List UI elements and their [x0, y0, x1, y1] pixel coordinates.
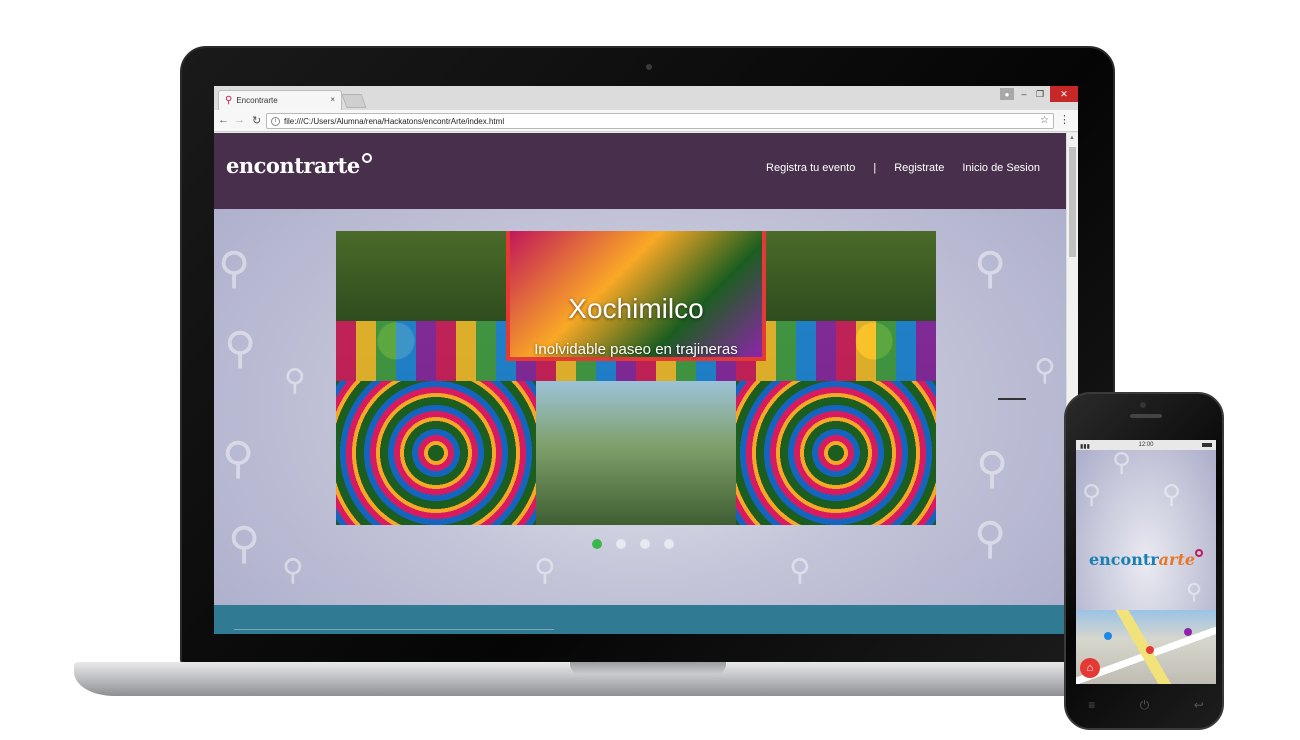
close-window-button[interactable]: ✕ [1050, 86, 1078, 102]
back-arrow-icon[interactable]: ← [218, 114, 229, 126]
info-icon[interactable]: i [271, 116, 280, 126]
map-pin-icon: ⚲ [534, 553, 556, 588]
maximize-button[interactable]: ❐ [1032, 86, 1048, 102]
phone-camera [1140, 402, 1146, 408]
reload-icon[interactable]: ↻ [252, 114, 261, 127]
hero-subtitle: Inolvidable paseo en trajineras [534, 341, 738, 358]
browser-menu-icon[interactable]: ⋮ [1059, 113, 1070, 126]
map-pin-icon: ⚲ [222, 433, 255, 484]
phone-device: ▮▮▮ 12:00 ⚲ ⚲ ⚲ ⚲ encontrarte ⌂ ≡ ⏻ ↩ [1064, 392, 1224, 730]
map-pin-icon: ⚲ [974, 243, 1007, 294]
map-pin-icon: ⚲ [789, 553, 811, 588]
browser-toolbar: ← → ↻ i file:///C:/Users/Alumna/rena/Hac… [214, 110, 1078, 132]
phone-logo-part1: encontr [1088, 550, 1159, 569]
map-pin-icon: ⚲ [1162, 480, 1182, 510]
url-text: file:///C:/Users/Alumna/rena/Hackatons/e… [284, 116, 505, 126]
nav-register-event-link[interactable]: Registra tu evento [766, 162, 855, 174]
footer-band [214, 605, 1066, 634]
hero-title: Xochimilco [568, 293, 704, 324]
page-viewport: encontrarte Registra tu evento | Registr… [214, 133, 1066, 634]
map-pin-icon: ⚲ [1186, 580, 1203, 605]
user-icon[interactable]: ● [1000, 88, 1014, 100]
browser-tab[interactable]: ⚲ Encontrarte × [218, 90, 342, 110]
hero-carousel-slide[interactable]: Xochimilco Inolvidable paseo en trajiner… [336, 231, 936, 525]
home-icon[interactable]: ⌂ [1080, 658, 1100, 678]
laptop-screen: ⚲ Encontrarte × ● – ❐ ✕ ← → ↻ i file:///… [214, 86, 1078, 634]
map-pin-icon: ⚲ [228, 518, 261, 569]
status-time: 12:00 [1138, 442, 1154, 448]
map-pin-icon: ⚲ [1112, 448, 1132, 478]
map-marker-icon [1146, 646, 1154, 654]
map-pin-icon: ⚲ [1034, 353, 1056, 388]
hero-image-doorway [536, 381, 736, 525]
battery-icon [1202, 443, 1212, 447]
scrollbar-thumb[interactable] [1069, 147, 1076, 257]
browser-tabbar: ⚲ Encontrarte × ● – ❐ ✕ [214, 86, 1078, 110]
carousel-dot[interactable] [592, 539, 602, 549]
nav-separator: | [873, 162, 877, 174]
scroll-up-icon[interactable]: ▲ [1069, 135, 1075, 141]
site-header: encontrarte Registra tu evento | Registr… [214, 133, 1066, 209]
power-icon[interactable]: ⏻ [1140, 698, 1150, 713]
carousel-next-arrow[interactable] [998, 398, 1026, 400]
bookmark-star-icon[interactable]: ☆ [1040, 115, 1049, 126]
forward-arrow-icon[interactable]: → [234, 114, 245, 126]
laptop-notch [570, 662, 726, 674]
minimize-button[interactable]: – [1016, 86, 1032, 102]
map-marker-icon [1184, 628, 1192, 636]
map-pin-icon: ⚲ [282, 553, 304, 588]
location-pin-icon: ⚲ [225, 95, 233, 106]
nav-register-link[interactable]: Registrate [894, 162, 944, 174]
map-pin-icon: ⚲ [284, 363, 306, 398]
logo-pin-icon [1195, 549, 1204, 557]
tab-title: Encontrarte [236, 96, 278, 105]
map-pin-icon: ⚲ [974, 513, 1007, 564]
phone-screen: ▮▮▮ 12:00 ⚲ ⚲ ⚲ ⚲ encontrarte ⌂ [1076, 440, 1216, 684]
carousel-dot[interactable] [664, 539, 674, 549]
back-icon[interactable]: ↩ [1194, 698, 1204, 713]
site-logo[interactable]: encontrarte [226, 153, 372, 178]
menu-icon[interactable]: ≡ [1088, 698, 1095, 713]
footer-divider [234, 629, 554, 630]
phone-speaker [1130, 414, 1162, 418]
carousel-dot[interactable] [616, 539, 626, 549]
phone-logo-part2: arte [1158, 550, 1196, 569]
map-pin-icon: ⚲ [1082, 480, 1102, 510]
logo-text: encontrarte [226, 153, 360, 178]
phone-status-bar: ▮▮▮ 12:00 [1076, 440, 1216, 450]
nav-login-link[interactable]: Inicio de Sesion [962, 162, 1040, 174]
map-pin-icon: ⚲ [976, 443, 1009, 494]
carousel-indicators [592, 539, 674, 549]
signal-icon: ▮▮▮ [1080, 444, 1090, 450]
map-marker-icon [1104, 632, 1112, 640]
map-pin-icon: ⚲ [218, 243, 251, 294]
laptop-camera [646, 64, 652, 70]
phone-hardware-buttons: ≡ ⏻ ↩ [1066, 698, 1226, 713]
hero-image-right [736, 381, 936, 525]
tab-close-icon[interactable]: × [330, 95, 335, 104]
hero-image-left [336, 381, 536, 525]
phone-logo: encontrarte [1076, 549, 1216, 569]
carousel-dot[interactable] [640, 539, 650, 549]
logo-pin-icon [361, 153, 372, 163]
address-input[interactable]: i file:///C:/Users/Alumna/rena/Hackatons… [266, 113, 1054, 129]
map-pin-icon: ⚲ [224, 323, 257, 374]
main-nav: Registra tu evento | Registrate Inicio d… [766, 162, 1040, 174]
new-tab-button[interactable] [341, 94, 367, 108]
